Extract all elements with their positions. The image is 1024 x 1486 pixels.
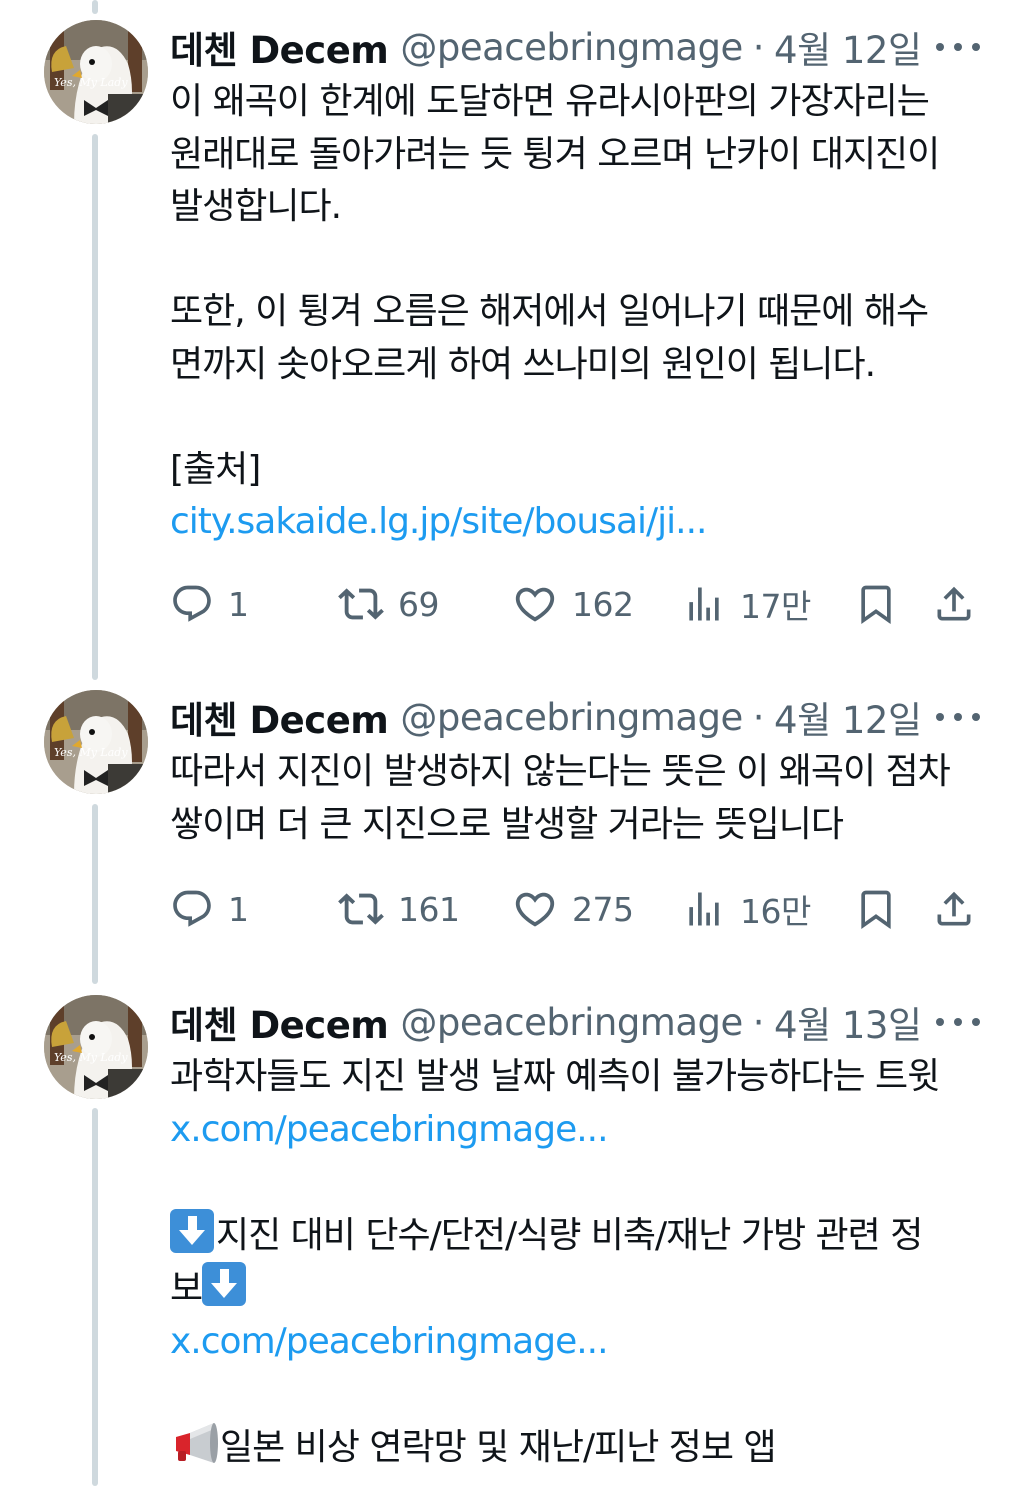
source-link[interactable]: city.sakaide.lg.jp/site/bousai/ji... <box>170 496 980 549</box>
repost-arrows-icon <box>338 581 384 627</box>
more-horizontal-icon[interactable] <box>936 32 980 62</box>
tweet-content: 데첸 Decem @peacebringmage · 4월 12일 따라서 지진… <box>170 692 980 851</box>
tweet-line-text: 보 <box>170 1268 203 1309</box>
separator-dot: · <box>752 695 765 739</box>
tweet-line: 보 <box>170 1262 980 1316</box>
megaphone-emoji <box>176 1422 218 1463</box>
reply-bubble-icon <box>170 582 214 626</box>
avatar[interactable] <box>44 690 148 794</box>
display-name[interactable]: 데첸 Decem <box>170 20 389 74</box>
heart-icon <box>512 886 558 932</box>
tweet-line: 과학자들도 지진 발생 날짜 예측이 불가능하다는 트윗 <box>170 1056 940 1097</box>
more-horizontal-icon[interactable] <box>936 1007 980 1037</box>
bar-chart-icon <box>682 582 726 626</box>
tweet-content: 데첸 Decem @peacebringmage · 4월 13일 과학자들도 … <box>170 997 980 1474</box>
tweet-line: 일본 비상 연락망 및 재난/피난 정보 앱 <box>170 1421 980 1475</box>
tweet-date[interactable]: 4월 13일 <box>774 995 922 1049</box>
bookmark-button[interactable] <box>854 884 898 934</box>
user-handle[interactable]: @peacebringmage <box>400 26 743 69</box>
tweet-paragraph: 또한, 이 튕겨 오름은 해저에서 일어나기 때문에 해수 면까지 솟아오르게 … <box>170 291 929 385</box>
like-count: 162 <box>572 584 634 624</box>
user-handle[interactable]: @peacebringmage <box>400 696 743 739</box>
like-button[interactable]: 162 <box>512 579 634 629</box>
tweet-date[interactable]: 4월 12일 <box>774 20 922 74</box>
tweet-text: 이 왜곡이 한계에 도달하면 유라시아판의 가장자리는 원래대로 돌아가려는 듯… <box>170 76 980 549</box>
tweet-header: 데첸 Decem @peacebringmage · 4월 12일 <box>170 22 980 72</box>
down-arrow-emoji <box>202 1262 247 1306</box>
repost-count: 69 <box>398 584 440 624</box>
share-button[interactable] <box>932 884 976 934</box>
tweet-text: 따라서 지진이 발생하지 않는다는 뜻은 이 왜곡이 점차 쌓이며 더 큰 지진… <box>170 746 980 851</box>
display-name[interactable]: 데첸 Decem <box>170 995 389 1049</box>
tweet-line-text: 일본 비상 연락망 및 재난/피난 정보 앱 <box>220 1426 777 1468</box>
tweet[interactable]: 데첸 Decem @peacebringmage · 4월 13일 과학자들도 … <box>0 975 1024 1486</box>
repost-count: 161 <box>398 889 460 929</box>
tweet-content: 데첸 Decem @peacebringmage · 4월 12일 이 왜곡이 … <box>170 22 980 549</box>
display-name[interactable]: 데첸 Decem <box>170 690 389 744</box>
tweet-line-text: 지진 대비 단수/단전/식량 비축/재난 가방 관련 정 <box>216 1214 923 1256</box>
like-count: 275 <box>572 889 634 929</box>
tweet-paragraph: 이 왜곡이 한계에 도달하면 유라시아판의 가장자리는 원래대로 돌아가려는 듯… <box>170 81 940 227</box>
avatar[interactable] <box>44 20 148 124</box>
tweet-date[interactable]: 4월 12일 <box>774 690 922 744</box>
tweet[interactable]: 데첸 Decem @peacebringmage · 4월 12일 이 왜곡이 … <box>0 0 1024 670</box>
repost-button[interactable]: 161 <box>338 884 460 934</box>
quoted-tweet-link[interactable]: x.com/peacebringmage... <box>170 1104 980 1157</box>
like-button[interactable]: 275 <box>512 884 634 934</box>
reply-count: 1 <box>228 584 249 624</box>
views-button[interactable]: 16만 <box>682 884 811 934</box>
repost-button[interactable]: 69 <box>338 579 440 629</box>
tweet-header: 데첸 Decem @peacebringmage · 4월 12일 <box>170 692 980 742</box>
views-button[interactable]: 17만 <box>682 579 811 629</box>
tweet-text: 과학자들도 지진 발생 날짜 예측이 불가능하다는 트윗 x.com/peace… <box>170 1051 980 1474</box>
share-upload-icon <box>932 582 976 626</box>
bookmark-icon <box>854 582 898 626</box>
reply-button[interactable]: 1 <box>170 884 249 934</box>
repost-arrows-icon <box>338 886 384 932</box>
share-upload-icon <box>932 887 976 931</box>
heart-icon <box>512 581 558 627</box>
view-count: 17만 <box>740 587 811 626</box>
bookmark-icon <box>854 887 898 931</box>
more-horizontal-icon[interactable] <box>936 702 980 732</box>
tweet-paragraph: [출처] <box>170 448 261 490</box>
separator-dot: · <box>752 25 765 69</box>
quoted-tweet-link[interactable]: x.com/peacebringmage... <box>170 1316 980 1369</box>
tweet[interactable]: 데첸 Decem @peacebringmage · 4월 12일 따라서 지진… <box>0 670 1024 975</box>
view-count: 16만 <box>740 892 811 931</box>
avatar[interactable] <box>44 995 148 1099</box>
tweet-actions: 1 69 162 17만 <box>170 579 980 629</box>
reply-button[interactable]: 1 <box>170 579 249 629</box>
bookmark-button[interactable] <box>854 579 898 629</box>
separator-dot: · <box>752 1000 765 1044</box>
share-button[interactable] <box>932 579 976 629</box>
reply-count: 1 <box>228 889 249 929</box>
tweet-line: 지진 대비 단수/단전/식량 비축/재난 가방 관련 정 <box>170 1208 980 1263</box>
reply-bubble-icon <box>170 887 214 931</box>
down-arrow-emoji <box>170 1208 214 1253</box>
user-handle[interactable]: @peacebringmage <box>400 1001 743 1044</box>
tweet-paragraph: 따라서 지진이 발생하지 않는다는 뜻은 이 왜곡이 점차 쌓이며 더 큰 지진… <box>170 751 951 845</box>
tweet-header: 데첸 Decem @peacebringmage · 4월 13일 <box>170 997 980 1047</box>
tweet-actions: 1 161 275 16만 <box>170 884 980 934</box>
bar-chart-icon <box>682 887 726 931</box>
